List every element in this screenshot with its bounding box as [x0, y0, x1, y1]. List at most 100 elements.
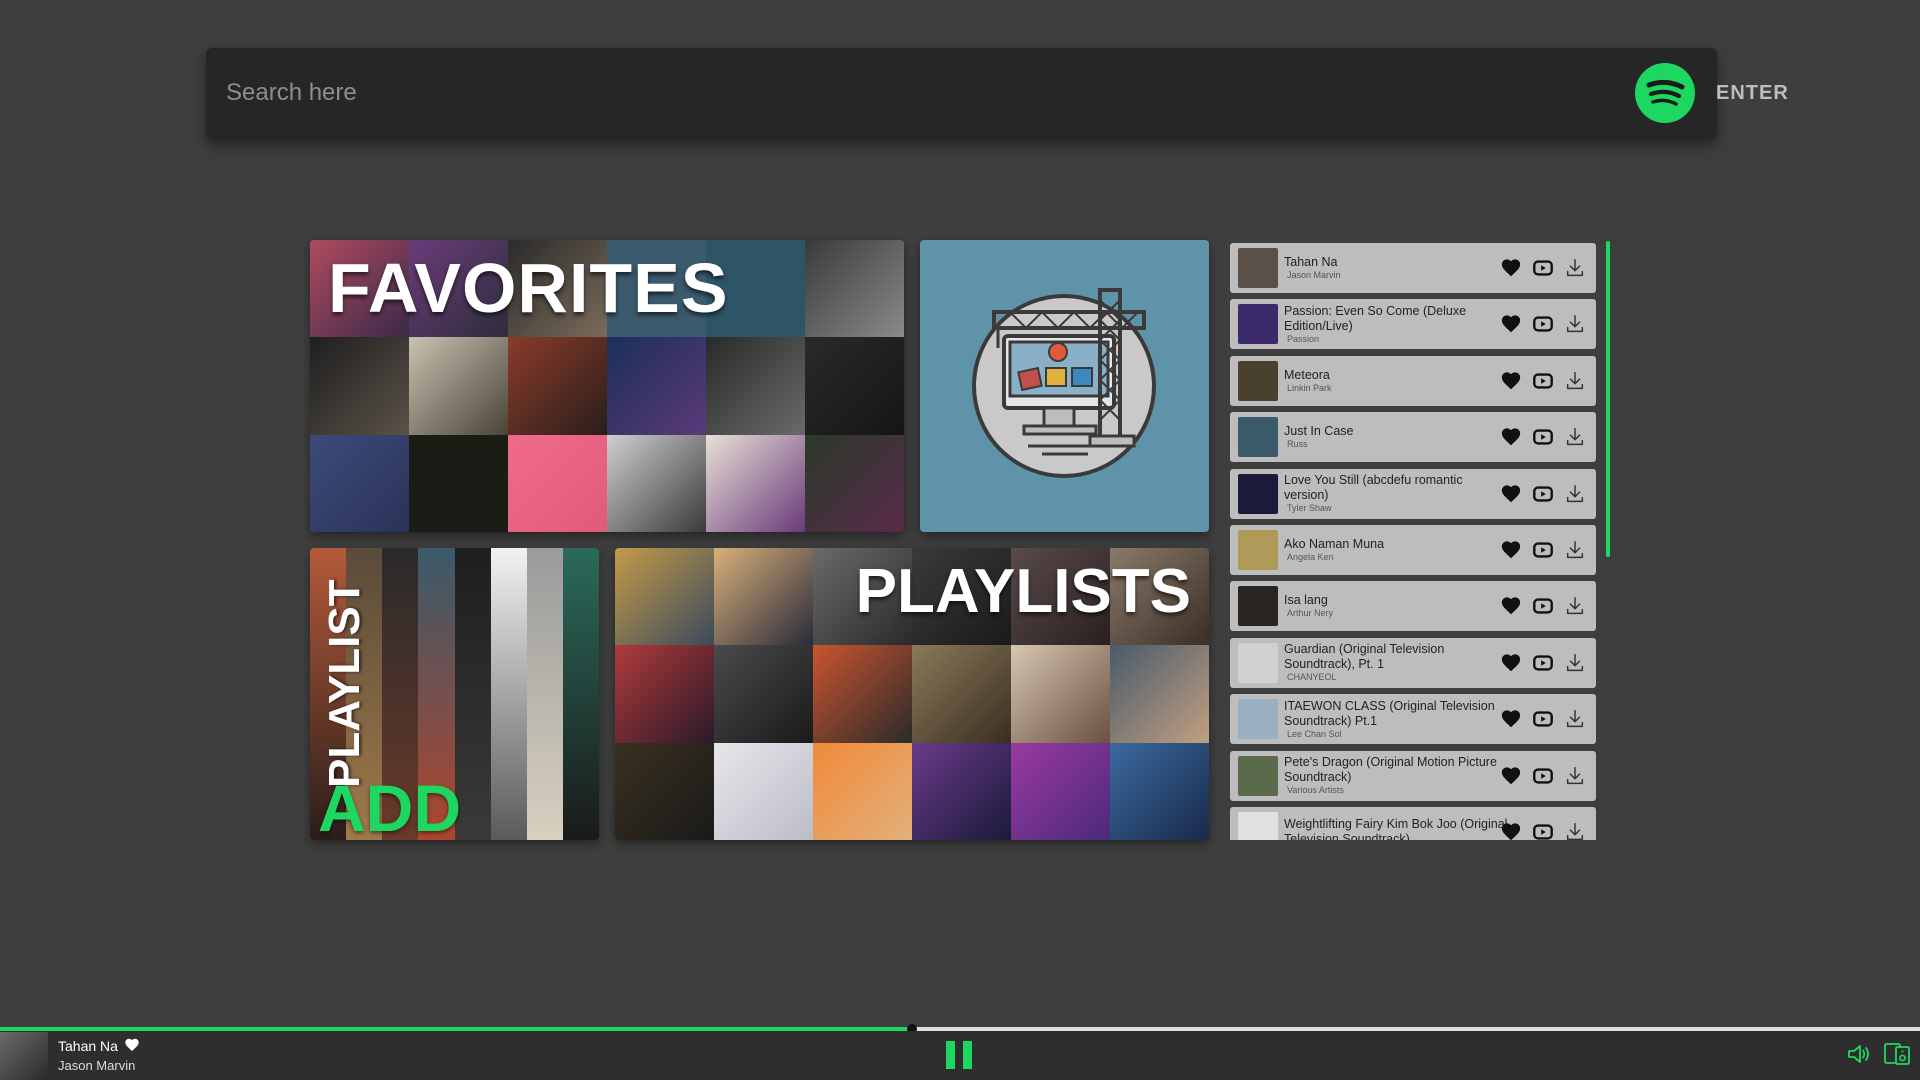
track-artist: Arthur Nery	[1287, 608, 1334, 619]
youtube-icon[interactable]	[1532, 426, 1554, 448]
download-icon[interactable]	[1564, 426, 1586, 448]
track-actions	[1500, 369, 1586, 393]
track-album-art	[1238, 360, 1278, 401]
pause-icon	[963, 1041, 972, 1069]
download-icon[interactable]	[1564, 370, 1586, 392]
track-text: Passion: Even So Come (Deluxe Edition/Li…	[1284, 299, 1510, 349]
heart-icon[interactable]	[1500, 483, 1522, 505]
add-playlist-tile[interactable]: PLAYLIST ADD	[310, 548, 599, 840]
track-actions	[1500, 482, 1586, 506]
now-playing-artist: Jason Marvin	[58, 1058, 136, 1073]
track-text: Just In Case Russ	[1284, 412, 1510, 462]
heart-icon[interactable]	[1500, 821, 1522, 840]
heart-icon[interactable]	[1500, 539, 1522, 561]
track-text: Love You Still (abcdefu romantic version…	[1284, 469, 1510, 519]
download-icon[interactable]	[1564, 483, 1586, 505]
heart-icon[interactable]	[1500, 595, 1522, 617]
download-icon[interactable]	[1564, 821, 1586, 840]
track-album-art	[1238, 699, 1278, 740]
track-actions	[1500, 538, 1586, 562]
heart-icon[interactable]	[1500, 708, 1522, 730]
pause-button[interactable]	[946, 1041, 974, 1069]
under-construction-tile[interactable]	[920, 240, 1209, 532]
playlists-tile[interactable]: PLAYLISTS	[615, 548, 1209, 840]
track-item[interactable]: Guardian (Original Television Soundtrack…	[1230, 637, 1596, 688]
track-title: Tahan Na	[1284, 255, 1338, 269]
youtube-icon[interactable]	[1532, 313, 1554, 335]
pause-icon	[946, 1041, 955, 1069]
track-album-art	[1238, 755, 1278, 796]
heart-icon[interactable]	[124, 1037, 140, 1053]
track-item[interactable]: Isa lang Arthur Nery	[1230, 581, 1596, 632]
track-album-art	[1238, 811, 1278, 840]
heart-icon[interactable]	[1500, 257, 1522, 279]
heart-icon[interactable]	[1500, 765, 1522, 787]
track-title: Ako Naman Muna	[1284, 536, 1385, 551]
track-album-art	[1238, 304, 1278, 345]
download-icon[interactable]	[1564, 708, 1586, 730]
track-item[interactable]: Tahan Na Jason Marvin	[1230, 243, 1596, 293]
track-item[interactable]: ITAEWON CLASS (Original Television Sound…	[1230, 694, 1596, 745]
heart-icon[interactable]	[1500, 426, 1522, 448]
track-item[interactable]: Meteora Linkin Park	[1230, 355, 1596, 406]
youtube-icon[interactable]	[1532, 539, 1554, 561]
track-text: ITAEWON CLASS (Original Television Sound…	[1284, 694, 1510, 744]
track-list-scrollbar[interactable]	[1606, 241, 1610, 557]
track-title: Guardian (Original Television Soundtrack…	[1284, 642, 1445, 672]
youtube-icon[interactable]	[1532, 257, 1554, 279]
youtube-icon[interactable]	[1532, 708, 1554, 730]
track-artist: Lee Chan Sol	[1287, 728, 1342, 739]
download-icon[interactable]	[1564, 765, 1586, 787]
track-actions	[1500, 651, 1586, 675]
heart-icon[interactable]	[1500, 313, 1522, 335]
track-artist: CHANYEOL	[1287, 672, 1337, 683]
youtube-icon[interactable]	[1532, 652, 1554, 674]
track-album-art	[1238, 586, 1278, 627]
youtube-icon[interactable]	[1532, 370, 1554, 392]
heart-icon[interactable]	[1500, 370, 1522, 392]
track-artist: Tyler Shaw	[1287, 503, 1332, 514]
download-icon[interactable]	[1564, 313, 1586, 335]
track-list[interactable]: Tahan Na Jason Marvin Passion: Even So Com…	[1230, 243, 1598, 840]
heart-icon[interactable]	[1500, 652, 1522, 674]
track-item[interactable]: Passion: Even So Come (Deluxe Edition/Li…	[1230, 299, 1596, 350]
track-title: Passion: Even So Come (Deluxe Edition/Li…	[1284, 303, 1467, 333]
track-title: ITAEWON CLASS (Original Television Sound…	[1284, 698, 1495, 728]
download-icon[interactable]	[1564, 595, 1586, 617]
enter-button[interactable]: ENTER	[1716, 78, 1789, 108]
track-item[interactable]: Just In Case Russ	[1230, 412, 1596, 463]
track-artist: Angela Ken	[1287, 551, 1334, 562]
device-icon[interactable]	[1883, 1041, 1911, 1067]
youtube-icon[interactable]	[1532, 595, 1554, 617]
track-album-art	[1238, 417, 1278, 458]
search-bar: ENTER	[206, 48, 1788, 139]
track-item[interactable]: Pete's Dragon (Original Motion Picture S…	[1230, 750, 1596, 801]
track-album-art	[1238, 642, 1278, 683]
download-icon[interactable]	[1564, 539, 1586, 561]
spotify-logo-icon[interactable]	[1635, 63, 1695, 123]
track-text: Ako Naman Muna Angela Ken	[1284, 525, 1510, 575]
youtube-icon[interactable]	[1532, 765, 1554, 787]
track-actions	[1500, 256, 1586, 280]
volume-icon[interactable]	[1846, 1042, 1872, 1066]
track-artist: Linkin Park	[1287, 382, 1332, 393]
favorites-tile[interactable]: FAVORITES	[310, 240, 904, 532]
track-text: Weightlifting Fairy Kim Bok Joo (Origina…	[1284, 807, 1510, 840]
track-item[interactable]: Ako Naman Muna Angela Ken	[1230, 524, 1596, 575]
download-icon[interactable]	[1564, 257, 1586, 279]
track-text: Pete's Dragon (Original Motion Picture S…	[1284, 751, 1510, 801]
track-title: Weightlifting Fairy Kim Bok Joo (Origina…	[1284, 816, 1508, 840]
search-input[interactable]	[226, 70, 1426, 116]
track-actions	[1500, 707, 1586, 731]
youtube-icon[interactable]	[1532, 483, 1554, 505]
download-icon[interactable]	[1564, 652, 1586, 674]
track-title: Love You Still (abcdefu romantic version…	[1284, 473, 1463, 503]
now-playing-album-art	[0, 1032, 48, 1080]
track-item[interactable]: Weightlifting Fairy Kim Bok Joo (Origina…	[1230, 806, 1596, 840]
add-playlist-label: ADD	[318, 771, 461, 840]
track-artist: Russ	[1287, 439, 1308, 450]
track-title: Just In Case	[1284, 424, 1354, 439]
track-item[interactable]: Love You Still (abcdefu romantic version…	[1230, 468, 1596, 519]
playlists-title: PLAYLISTS	[855, 557, 1191, 626]
youtube-icon[interactable]	[1532, 821, 1554, 840]
